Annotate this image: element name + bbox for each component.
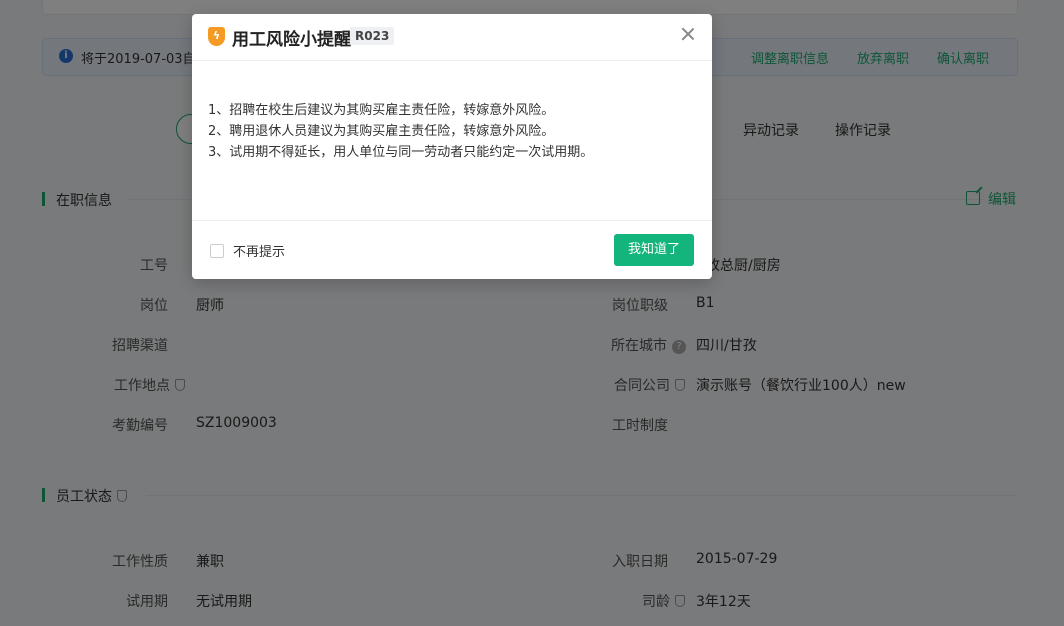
reminder-line: 1、招聘在校生后建议为其购买雇主责任险，转嫁意外风险。 (208, 103, 555, 118)
dialog-footer: 不再提示 我知道了 (192, 220, 712, 280)
lightning-shield-icon: ϟ (208, 27, 225, 46)
dont-show-again-checkbox[interactable] (210, 244, 224, 258)
rule-code-badge: R023 (350, 27, 395, 45)
reminder-line: 2、聘用退休人员建议为其购买雇主责任险，转嫁意外风险。 (208, 124, 555, 139)
dialog-body: 1、招聘在校生后建议为其购买雇主责任险，转嫁意外风险。 2、聘用退休人员建议为其… (208, 100, 698, 163)
dialog-title: 用工风险小提醒 (232, 30, 351, 50)
risk-reminder-dialog: ϟ 用工风险小提醒 R023 1、招聘在校生后建议为其购买雇主责任险，转嫁意外风… (192, 14, 712, 279)
dont-show-again-label[interactable]: 不再提示 (233, 241, 285, 260)
close-icon[interactable] (680, 26, 696, 42)
dialog-header: ϟ 用工风险小提醒 R023 (192, 14, 712, 61)
reminder-line: 3、试用期不得延长，用人单位与同一劳动者只能约定一次试用期。 (208, 145, 594, 160)
acknowledge-button[interactable]: 我知道了 (614, 234, 694, 266)
